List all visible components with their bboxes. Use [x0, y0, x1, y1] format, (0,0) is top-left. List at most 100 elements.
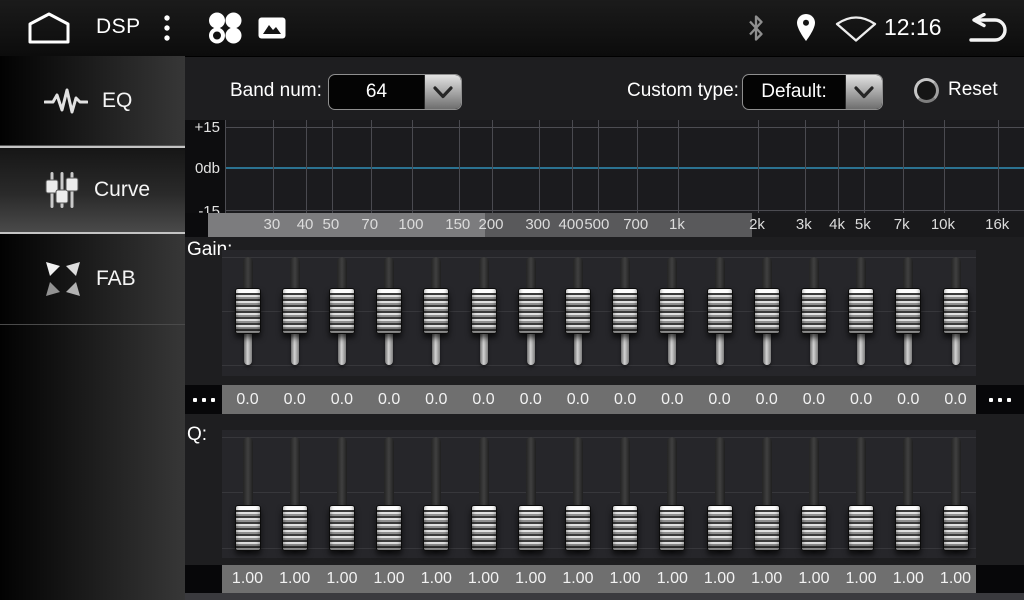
- q-value: 1.00: [562, 565, 593, 593]
- sidebar-item-eq[interactable]: EQ: [0, 56, 185, 146]
- q-band-slider[interactable]: [848, 432, 874, 556]
- bluetooth-icon: [746, 14, 766, 42]
- slider-knob[interactable]: [659, 505, 685, 551]
- gain-band-slider[interactable]: [376, 252, 402, 376]
- band-num-select[interactable]: 64: [328, 74, 462, 110]
- q-band-slider[interactable]: [565, 432, 591, 556]
- gallery-icon[interactable]: [258, 17, 286, 39]
- gain-scroll-left-button[interactable]: [185, 385, 222, 414]
- back-icon[interactable]: [961, 13, 1009, 43]
- gain-band-slider[interactable]: [329, 252, 355, 376]
- gain-band-slider[interactable]: [848, 252, 874, 376]
- gain-band-slider[interactable]: [518, 252, 544, 376]
- plot-gridline: [539, 120, 540, 213]
- slider-knob[interactable]: [423, 288, 449, 334]
- q-band-slider[interactable]: [282, 432, 308, 556]
- apps-clover-icon[interactable]: [204, 12, 246, 44]
- slider-knob[interactable]: [659, 288, 685, 334]
- gain-scroll-right-button[interactable]: [976, 385, 1024, 414]
- gain-band-slider[interactable]: [754, 252, 780, 376]
- gain-band-slider[interactable]: [282, 252, 308, 376]
- gain-value: 0.0: [850, 385, 872, 414]
- q-band-slider[interactable]: [801, 432, 827, 556]
- freq-strip-segment: [752, 213, 1024, 237]
- slider-knob[interactable]: [235, 288, 261, 334]
- gain-value: 0.0: [756, 385, 778, 414]
- slider-knob[interactable]: [943, 505, 969, 551]
- custom-type-select[interactable]: Default:: [742, 74, 883, 110]
- slider-knob[interactable]: [895, 288, 921, 334]
- q-value: 1.00: [657, 565, 688, 593]
- slider-knob[interactable]: [754, 505, 780, 551]
- slider-knob[interactable]: [235, 505, 261, 551]
- q-value: 1.00: [798, 565, 829, 593]
- slider-knob[interactable]: [895, 505, 921, 551]
- overflow-menu-icon[interactable]: [161, 14, 173, 42]
- plot-gridline: [637, 120, 638, 213]
- reset-radio-icon[interactable]: [914, 78, 939, 103]
- q-band-slider[interactable]: [518, 432, 544, 556]
- sidebar-item-fab[interactable]: FAB: [0, 234, 185, 325]
- slider-knob[interactable]: [376, 505, 402, 551]
- slider-knob[interactable]: [612, 288, 638, 334]
- q-band-slider[interactable]: [659, 432, 685, 556]
- sidebar-item-curve[interactable]: Curve: [0, 146, 185, 234]
- gain-band-slider[interactable]: [707, 252, 733, 376]
- more-icon: [202, 398, 206, 402]
- q-band-slider[interactable]: [943, 432, 969, 556]
- q-strip-left-spacer: [185, 565, 222, 593]
- q-band-slider[interactable]: [423, 432, 449, 556]
- gain-band-slider[interactable]: [565, 252, 591, 376]
- slider-knob[interactable]: [848, 505, 874, 551]
- slider-knob[interactable]: [848, 288, 874, 334]
- gain-band-slider[interactable]: [895, 252, 921, 376]
- slider-knob[interactable]: [754, 288, 780, 334]
- slider-knob[interactable]: [565, 288, 591, 334]
- slider-knob[interactable]: [943, 288, 969, 334]
- slider-knob[interactable]: [565, 505, 591, 551]
- more-icon: [998, 398, 1002, 402]
- gain-band-slider[interactable]: [423, 252, 449, 376]
- gain-band-slider[interactable]: [235, 252, 261, 376]
- slider-knob[interactable]: [471, 288, 497, 334]
- slider-knob[interactable]: [801, 505, 827, 551]
- q-value: 1.00: [515, 565, 546, 593]
- gain-band-slider[interactable]: [659, 252, 685, 376]
- slider-knob[interactable]: [423, 505, 449, 551]
- q-band-slider[interactable]: [329, 432, 355, 556]
- freq-tick-label: 70: [361, 213, 378, 237]
- slider-knob[interactable]: [329, 505, 355, 551]
- slider-knob[interactable]: [612, 505, 638, 551]
- q-band-slider[interactable]: [235, 432, 261, 556]
- slider-knob[interactable]: [707, 288, 733, 334]
- home-icon[interactable]: [26, 11, 72, 44]
- app-title: DSP: [96, 15, 141, 39]
- gain-band-slider[interactable]: [801, 252, 827, 376]
- gain-band-slider[interactable]: [943, 252, 969, 376]
- eq-curve-plot[interactable]: [225, 120, 1024, 213]
- slider-knob[interactable]: [518, 505, 544, 551]
- reset-control[interactable]: Reset: [914, 76, 998, 104]
- slider-knob[interactable]: [329, 288, 355, 334]
- slider-knob[interactable]: [282, 288, 308, 334]
- q-band-slider[interactable]: [895, 432, 921, 556]
- q-band-slider[interactable]: [471, 432, 497, 556]
- slider-knob[interactable]: [282, 505, 308, 551]
- q-band-slider[interactable]: [612, 432, 638, 556]
- gain-band-slider[interactable]: [471, 252, 497, 376]
- q-band-slider[interactable]: [707, 432, 733, 556]
- gain-band-slider[interactable]: [612, 252, 638, 376]
- plot-gridline: [864, 120, 865, 213]
- chevron-down-icon[interactable]: [424, 75, 461, 109]
- q-band-slider[interactable]: [754, 432, 780, 556]
- dsp-app-screen: DSP 12:16: [0, 0, 1024, 600]
- q-value: 1.00: [468, 565, 499, 593]
- slider-knob[interactable]: [801, 288, 827, 334]
- slider-knob[interactable]: [707, 505, 733, 551]
- slider-knob[interactable]: [471, 505, 497, 551]
- chevron-down-icon[interactable]: [845, 75, 882, 109]
- slider-knob[interactable]: [376, 288, 402, 334]
- q-band-slider[interactable]: [376, 432, 402, 556]
- custom-type-value: Default:: [743, 81, 845, 103]
- slider-knob[interactable]: [518, 288, 544, 334]
